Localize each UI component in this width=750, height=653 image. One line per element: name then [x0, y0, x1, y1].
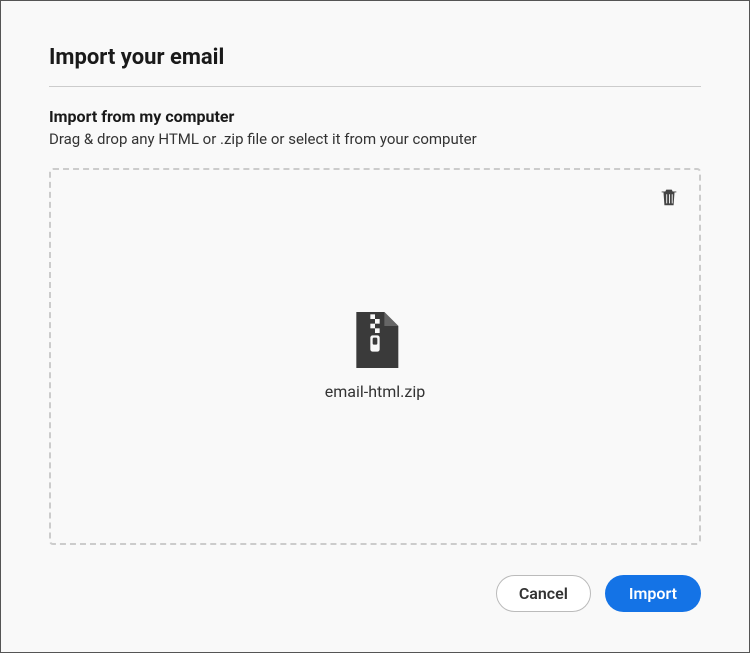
zip-file-icon — [347, 312, 403, 368]
modal-footer: Cancel Import — [49, 575, 701, 612]
trash-icon — [658, 186, 680, 208]
section-title: Import from my computer — [49, 107, 701, 126]
section-description: Drag & drop any HTML or .zip file or sel… — [49, 130, 701, 148]
import-email-modal: Import your email Import from my compute… — [0, 0, 750, 653]
page-title: Import your email — [49, 45, 701, 70]
cancel-button[interactable]: Cancel — [496, 575, 591, 612]
file-name: email-html.zip — [325, 382, 425, 401]
delete-file-button[interactable] — [657, 186, 681, 210]
import-button[interactable]: Import — [605, 575, 701, 612]
divider — [49, 86, 701, 87]
file-dropzone[interactable]: email-html.zip — [49, 168, 701, 545]
file-preview: email-html.zip — [325, 312, 425, 401]
